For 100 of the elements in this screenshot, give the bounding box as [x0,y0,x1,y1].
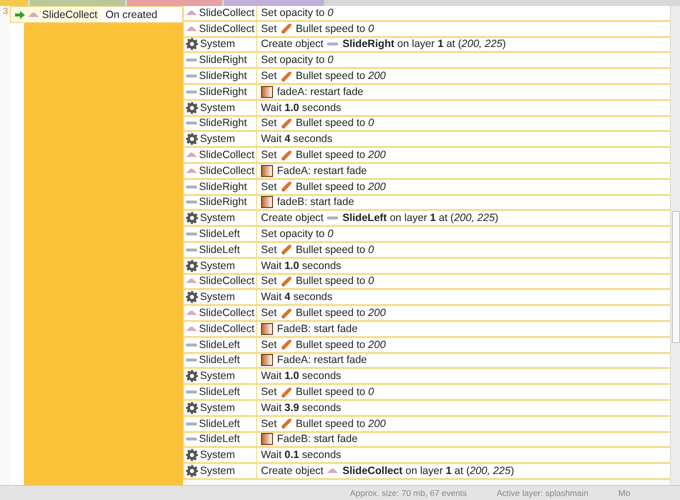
action-text[interactable]: Wait 3.9 seconds [257,400,670,415]
action-object[interactable]: System [183,464,257,478]
action-text[interactable]: Set opacity to 0 [257,227,670,241]
tab[interactable] [127,0,222,6]
fade-icon [261,433,273,446]
bullet-icon [280,150,292,161]
action-object[interactable]: System [183,211,257,226]
action-object[interactable]: SlideRight [183,53,257,68]
action-text[interactable]: Set Bullet speed to 200 [257,148,670,162]
action-text[interactable]: Set Bullet speed to 0 [257,274,670,288]
action-object[interactable]: SlideLeft [183,416,257,431]
action-text[interactable]: Create object SlideCollect on layer 1 at (200, 225) [257,464,670,478]
action-object[interactable]: SlideCollect [183,274,257,288]
tab[interactable] [224,0,324,6]
bullet-icon [280,386,292,398]
tab[interactable] [30,0,125,6]
sprite-icon [186,437,197,442]
action-object[interactable]: System [183,258,257,273]
action-text[interactable]: Set Bullet speed to 200 [257,338,670,352]
action-text[interactable]: Set Bullet speed to 200 [257,69,670,83]
sprite-icon [327,216,338,220]
bullet-icon [280,23,292,34]
status-text: Active layer: splashmain [496,488,588,498]
action-object[interactable]: System [183,400,257,415]
fade-icon [261,86,273,98]
action-object[interactable]: SlideRight [183,116,257,130]
action-object[interactable]: SlideLeft [183,242,257,257]
action-object[interactable]: SlideRight [183,196,257,210]
action-object[interactable]: SlideLeft [183,385,257,399]
action-text[interactable]: Set Bullet speed to 0 [257,385,670,399]
action-text[interactable]: Wait 4 seconds [257,132,670,146]
action-object[interactable]: System [183,448,257,462]
sprite-icon [186,422,197,426]
sprite-icon [186,358,197,362]
gear-icon [186,212,198,224]
action-text[interactable]: Set opacity to 0 [257,6,670,20]
action-object[interactable]: SlideCollect [183,164,257,178]
action-object[interactable]: System [183,290,257,304]
action-object[interactable]: SlideCollect [183,322,257,336]
action-object[interactable]: SlideCollect [183,148,257,162]
action-text[interactable]: Set Bullet speed to 200 [257,180,670,194]
gear-icon [186,260,198,272]
tab[interactable] [0,0,28,6]
action-object[interactable]: SlideRight [183,69,257,83]
fade-icon [261,196,273,208]
action-object[interactable]: SlideRight [183,180,257,194]
action-text[interactable]: Set Bullet speed to 0 [257,242,670,257]
bullet-icon [280,308,292,319]
gear-icon [186,102,198,114]
bullet-icon [280,118,292,129]
sprite-icon [186,121,197,126]
sprite-icon [186,58,197,62]
bullet-icon [280,244,292,256]
action-text[interactable]: FadeA: restart fade [257,164,670,178]
action-text[interactable]: Set Bullet speed to 0 [257,22,670,36]
action-object[interactable]: SlideRight [183,84,257,99]
action-object[interactable]: SlideCollect [183,22,257,36]
action-object[interactable]: SlideCollect [183,306,257,320]
action-object[interactable]: System [183,100,257,115]
sprite-icon [186,152,197,158]
fade-icon [261,164,273,177]
bullet-icon [280,418,292,430]
action-object[interactable]: System [183,369,257,384]
action-text[interactable]: Wait 1.0 seconds [257,100,670,115]
fade-icon [261,322,273,335]
action-object[interactable]: SlideLeft [183,432,257,446]
action-object[interactable]: SlideLeft [183,354,257,368]
sprite-icon [186,90,197,94]
action-object[interactable]: SlideCollect [183,6,257,20]
action-text[interactable]: fadeB: start fade [257,196,670,210]
action-text[interactable]: Wait 4 seconds [257,290,670,304]
action-text[interactable]: Set Bullet speed to 200 [257,416,670,431]
action-text[interactable]: FadeB: start fade [257,432,670,446]
action-text[interactable]: FadeA: restart fade [257,354,670,368]
condition-text[interactable]: On created [101,8,158,20]
sprite-icon [327,468,338,474]
action-object[interactable]: System [183,132,257,146]
action-text[interactable]: fadeA: restart fade [257,84,670,99]
sprite-icon [186,310,197,316]
action-text[interactable]: Set Bullet speed to 0 [257,116,670,130]
condition-object[interactable]: SlideCollect [11,7,102,22]
action-text[interactable]: FadeB: start fade [257,322,670,336]
scrollbar[interactable] [670,6,680,486]
action-text[interactable]: Create object SlideLeft on layer 1 at (200, 225) [257,211,670,226]
gear-icon [186,449,198,462]
action-text[interactable]: Set Bullet speed to 200 [257,306,670,320]
fade-icon [261,354,273,366]
action-text[interactable]: Wait 1.0 seconds [257,369,670,384]
action-text[interactable]: Wait 1.0 seconds [257,258,670,273]
action-object[interactable]: SlideLeft [183,338,257,352]
sprite-icon [186,278,197,284]
action-text[interactable]: Set opacity to 0 [257,53,670,68]
status-text: Approx. size: 70 mb, 67 events [350,488,467,498]
bullet-icon [280,181,292,192]
action-text[interactable]: Wait 0.1 seconds [257,448,670,462]
sprite-icon [327,42,338,46]
action-object[interactable]: SlideLeft [183,227,257,241]
action-object[interactable]: System [183,38,257,52]
gear-icon [186,38,198,50]
action-text[interactable]: Create object SlideRight on layer 1 at (200, 225) [257,38,670,52]
